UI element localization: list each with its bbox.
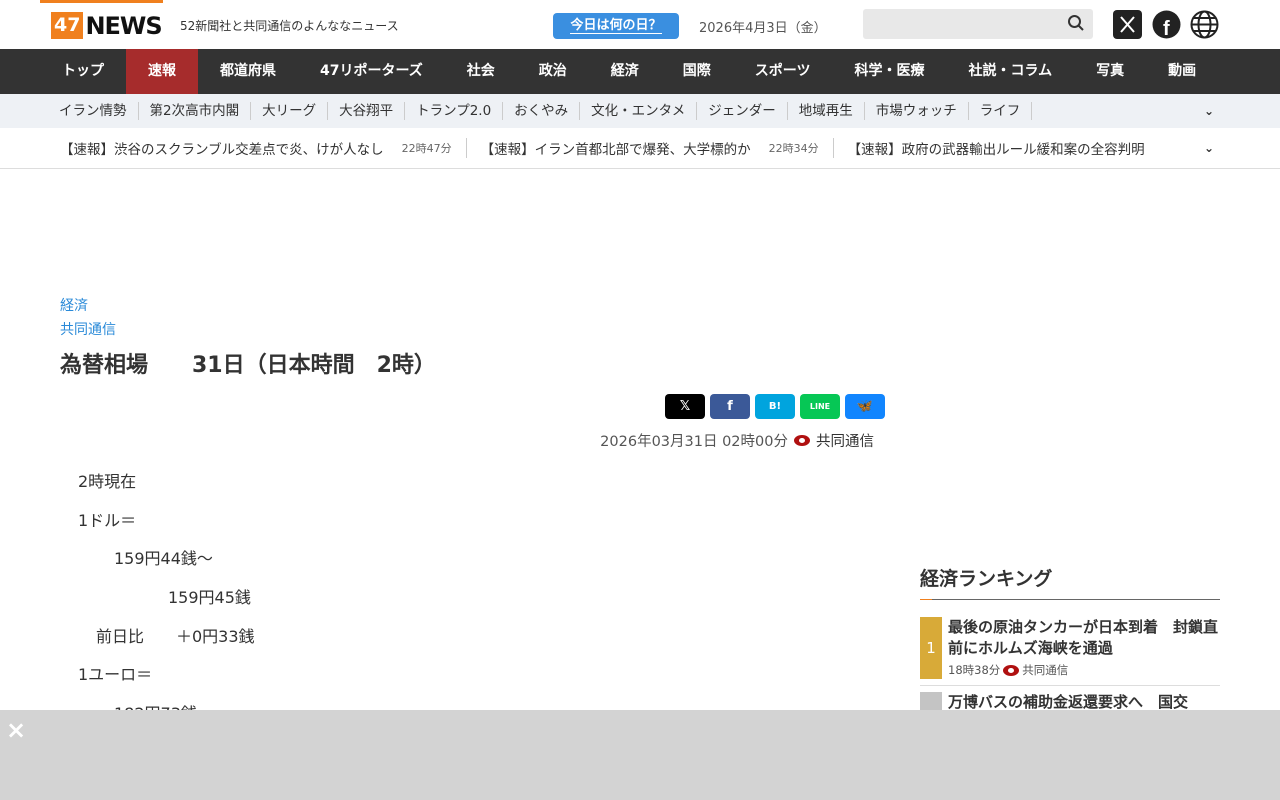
nav-item[interactable]: 国際	[661, 49, 733, 94]
nav-item[interactable]: スポーツ	[733, 49, 833, 94]
category-link[interactable]: 経済	[60, 295, 88, 315]
facebook-icon[interactable]: f	[1152, 10, 1181, 39]
nav-item[interactable]: 写真	[1074, 49, 1146, 94]
article-source: 共同通信	[816, 434, 874, 450]
nav-item[interactable]: 社会	[445, 49, 517, 94]
ad-overlay: ×	[0, 710, 1280, 800]
chevron-down-icon[interactable]: ⌄	[1204, 141, 1214, 155]
today-label: 今日は何の日？	[570, 18, 662, 34]
rank-number: 1	[920, 617, 942, 679]
subnav-item[interactable]: トランプ2.0	[405, 102, 504, 120]
body-line: 1ユーロ＝	[78, 665, 153, 684]
header: 47 NEWS 52新聞社と共同通信のよんななニュース 今日は何の日？ 2026年…	[0, 0, 1280, 49]
ranking-item-time: 18時38分	[948, 663, 1001, 677]
tagline: 52新聞社と共同通信のよんななニュース	[180, 19, 399, 33]
ranking-divider	[920, 599, 1220, 600]
subnav-item[interactable]: ジェンダー	[697, 102, 788, 120]
main-nav: トップ 速報 都道府県 47リポーターズ 社会 政治 経済 国際 スポーツ 科学・医療 社説・コラム…	[0, 49, 1280, 94]
ticker-title: 【速報】政府の武器輸出ルール緩和案の全容判明	[847, 142, 1145, 158]
subnav-item[interactable]: 市場ウォッチ	[865, 102, 969, 120]
subnav-item[interactable]: 文化・エンタメ	[580, 102, 698, 120]
body-line: 159円44銭～	[114, 549, 213, 568]
sub-nav: イラン情勢 第2次高市内閣 大リーグ 大谷翔平 トランプ2.0 おくやみ 文化・エンタメ ジェ…	[0, 94, 1280, 128]
subnav-item[interactable]: 地域再生	[788, 102, 865, 120]
x-icon[interactable]	[1113, 10, 1142, 39]
share-hatena-button[interactable]: B!	[755, 394, 795, 419]
globe-icon[interactable]	[1190, 10, 1219, 39]
chevron-down-icon[interactable]: ⌄	[1204, 104, 1214, 118]
nav-item[interactable]: 政治	[517, 49, 589, 94]
today-button[interactable]: 今日は何の日？	[553, 13, 679, 39]
share-line-button[interactable]: LINE	[800, 394, 840, 419]
body-line: 前日比 ＋0円33銭	[96, 627, 255, 646]
search-icon[interactable]	[1067, 14, 1085, 32]
logo-number: 47	[51, 12, 84, 39]
ticker-time: 22時34分	[768, 142, 819, 155]
ranking-item-title: 最後の原油タンカーが日本到着 封鎖直前にホルムズ海峡を通過	[948, 618, 1219, 657]
share-facebook-button[interactable]: f	[710, 394, 750, 419]
accent-bar	[40, 0, 163, 3]
body-line: 1ドル＝	[78, 511, 137, 530]
breaking-ticker: 【速報】渋谷のスクランブル交差点で炎、けが人なし 22時47分 【速報】イラン首都北…	[0, 128, 1280, 169]
ranking-item-source: 共同通信	[1022, 663, 1069, 677]
source-link[interactable]: 共同通信	[60, 319, 116, 339]
subnav-item[interactable]: 第2次高市内閣	[139, 102, 252, 120]
nav-item[interactable]: 速報	[126, 49, 198, 94]
nav-item[interactable]: 経済	[589, 49, 661, 94]
article-meta: 2026年03月31日 02時00分 共同通信	[600, 430, 874, 451]
nav-item[interactable]: 社説・コラム	[947, 49, 1075, 94]
current-date: 2026年4月3日（金）	[699, 21, 827, 36]
subnav-item[interactable]: 大谷翔平	[328, 102, 406, 120]
logo[interactable]: 47 NEWS	[51, 11, 163, 40]
subnav-item[interactable]: おくやみ	[503, 102, 581, 120]
subnav-item[interactable]: ライフ	[969, 102, 1033, 120]
ticker-item[interactable]: 【速報】渋谷のスクランブル交差点で炎、けが人なし 22時47分	[60, 138, 467, 158]
search-input[interactable]	[863, 9, 1093, 39]
body-line: 2時現在	[78, 472, 137, 491]
svg-text:f: f	[1163, 18, 1170, 39]
ticker-item[interactable]: 【速報】政府の武器輸出ルール緩和案の全容判明	[848, 138, 1159, 158]
ticker-time: 22時47分	[401, 142, 452, 155]
article-title: 為替相場 31日（日本時間 2時）	[60, 353, 436, 378]
subnav-item[interactable]: イラン情勢	[48, 102, 139, 120]
share-x-button[interactable]: 𝕏	[665, 394, 705, 419]
share-bluesky-button[interactable]: 🦋	[845, 394, 885, 419]
body-line: 159円45銭	[168, 588, 251, 607]
publish-datetime: 2026年03月31日 02時00分	[600, 434, 788, 450]
nav-item[interactable]: 動画	[1146, 49, 1218, 94]
ticker-title: 【速報】イラン首都北部で爆発、大学標的か	[480, 142, 751, 158]
nav-item[interactable]: 科学・医療	[833, 49, 947, 94]
nav-item[interactable]: トップ	[40, 49, 126, 94]
kyodo-logo-icon	[794, 435, 810, 446]
share-buttons: 𝕏 f B! LINE 🦋	[665, 394, 885, 419]
ranking-title: 経済ランキング	[920, 568, 1053, 590]
kyodo-logo-icon	[1003, 664, 1020, 676]
ticker-item[interactable]: 【速報】イラン首都北部で爆発、大学標的か 22時34分	[481, 138, 834, 158]
ticker-title: 【速報】渋谷のスクランブル交差点で炎、けが人なし	[60, 142, 384, 158]
ranking-item[interactable]: 1 最後の原油タンカーが日本到着 封鎖直前にホルムズ海峡を通過 18時38分 共同…	[920, 617, 1220, 686]
nav-item[interactable]: 都道府県	[198, 49, 298, 94]
logo-text: NEWS	[85, 11, 162, 40]
nav-item[interactable]: 47リポーターズ	[298, 49, 445, 94]
subnav-item[interactable]: 大リーグ	[251, 102, 329, 120]
close-icon[interactable]: ×	[6, 716, 26, 744]
